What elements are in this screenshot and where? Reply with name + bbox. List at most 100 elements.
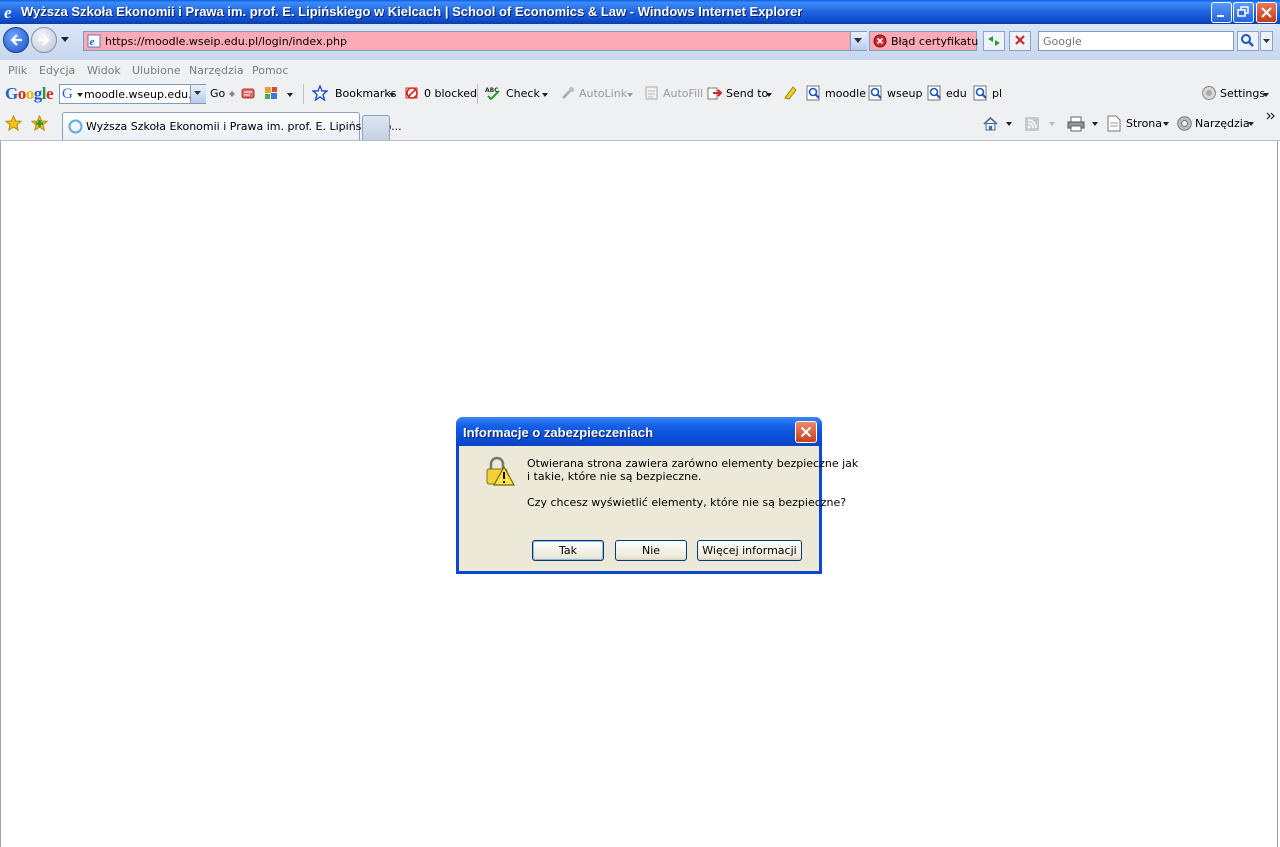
favorites-star-icon[interactable]	[5, 115, 22, 132]
chevron-down-icon[interactable]	[286, 92, 294, 98]
page-icon: e	[87, 34, 101, 48]
yes-button[interactable]: Tak	[532, 540, 604, 561]
address-bar[interactable]: e https://moodle.wseip.edu.pl/login/inde…	[83, 31, 867, 51]
add-favorite-icon[interactable]	[31, 115, 48, 132]
news-icon[interactable]	[240, 85, 256, 101]
search-input[interactable]	[1039, 32, 1232, 50]
menu-edit[interactable]: Edycja	[39, 64, 75, 77]
back-arrow-icon	[10, 34, 22, 46]
home-icon[interactable]	[982, 115, 999, 132]
search-button[interactable]	[1237, 31, 1259, 51]
google-search-value[interactable]: moodle.wseup.edu.pl	[84, 88, 202, 101]
chevron-down-icon[interactable]	[765, 92, 773, 98]
chevron-down-icon[interactable]	[1091, 121, 1099, 127]
star-icon[interactable]	[312, 85, 328, 101]
google-logo[interactable]: Google	[5, 84, 54, 104]
stop-button[interactable]	[1009, 31, 1031, 51]
search-button-edu[interactable]: edu	[946, 87, 967, 100]
rss-feed-icon[interactable]	[1024, 116, 1040, 132]
tab-active[interactable]: Wyższa Szkoła Ekonomii i Prawa im. prof.…	[62, 112, 402, 140]
popup-blocked-count[interactable]: 0 blocked	[424, 87, 477, 100]
google-go-button[interactable]: Go	[210, 87, 225, 100]
lock-warning-icon	[486, 456, 515, 486]
window-title-bar[interactable]: e Wyższa Szkoła Ekonomii i Prawa im. pro…	[0, 0, 1280, 24]
menu-tools[interactable]: Narzędzia	[189, 64, 244, 77]
settings-button[interactable]: Settings	[1220, 87, 1265, 100]
popup-blocker-icon[interactable]	[404, 85, 420, 101]
page-menu-icon[interactable]	[1106, 115, 1122, 132]
stop-icon	[1015, 35, 1025, 45]
dialog-message-line1: Otwierana strona zawiera zarówno element…	[527, 457, 859, 470]
send-to-button[interactable]: Send to	[726, 87, 768, 100]
dialog-message-line2: i takie, które nie są bezpieczne.	[527, 470, 702, 483]
restore-icon	[1237, 6, 1249, 17]
address-dropdown-button[interactable]	[850, 32, 867, 50]
send-to-icon[interactable]	[707, 85, 723, 101]
menu-file[interactable]: Plik	[8, 64, 27, 77]
chevron-down-icon[interactable]	[541, 92, 549, 98]
no-button[interactable]: Nie	[615, 540, 687, 561]
dialog-title: Informacje o zabezpieczeniach	[463, 425, 654, 440]
back-button[interactable]	[3, 27, 29, 53]
search-page-icon[interactable]	[927, 85, 943, 101]
chevron-down-icon[interactable]	[1262, 92, 1270, 98]
search-options-dropdown[interactable]	[1260, 31, 1273, 51]
chevron-down-icon[interactable]	[76, 92, 84, 98]
search-page-icon[interactable]	[806, 85, 822, 101]
chevron-down-icon[interactable]	[388, 92, 396, 98]
chevron-down-icon[interactable]	[1162, 121, 1170, 127]
settings-icon[interactable]	[1201, 85, 1217, 101]
search-button-wseup[interactable]: wseup	[887, 87, 922, 100]
tools-menu-button[interactable]: Narzędzia	[1195, 117, 1250, 130]
more-information-button[interactable]: Więcej informacji	[697, 540, 802, 561]
menu-view[interactable]: Widok	[87, 64, 121, 77]
chevron-down-icon[interactable]	[1048, 121, 1056, 127]
chevron-down-icon[interactable]	[626, 92, 634, 98]
gear-icon[interactable]	[1176, 115, 1193, 132]
new-tab-button[interactable]	[362, 115, 390, 140]
search-box[interactable]	[1038, 31, 1234, 51]
check-button[interactable]: Check	[506, 87, 540, 100]
forward-button[interactable]	[31, 27, 57, 53]
menu-help[interactable]: Pomoc	[252, 64, 288, 77]
dialog-close-button[interactable]	[795, 421, 817, 443]
google-search-dropdown[interactable]	[190, 85, 206, 103]
chevron-down-icon[interactable]	[1247, 121, 1255, 127]
dialog-title-bar[interactable]: Informacje o zabezpieczeniach	[456, 417, 822, 446]
restore-button[interactable]	[1233, 2, 1254, 23]
google-search-box[interactable]: G moodle.wseup.edu.pl	[59, 84, 206, 104]
drag-handle-icon[interactable]	[228, 89, 236, 99]
loading-page-icon	[68, 119, 83, 134]
print-icon[interactable]	[1067, 115, 1085, 132]
autofill-button[interactable]: AutoFill	[663, 87, 703, 100]
recent-pages-dropdown-icon[interactable]	[60, 36, 70, 44]
autolink-icon[interactable]	[560, 85, 576, 101]
certificate-error-button[interactable]: Błąd certyfikatu	[869, 31, 978, 51]
tab-label: Wyższa Szkoła Ekonomii i Prawa im. prof.…	[86, 120, 402, 133]
svg-text:e: e	[90, 36, 95, 48]
autolink-button[interactable]: AutoLink	[579, 87, 627, 100]
toolbar-separator	[477, 84, 478, 104]
page-menu-button[interactable]: Strona	[1126, 117, 1162, 130]
google-g-icon: G	[62, 86, 73, 102]
search-page-icon[interactable]	[868, 85, 884, 101]
gadgets-icon[interactable]	[263, 85, 279, 101]
tab-bar: Wyższa Szkoła Ekonomii i Prawa im. prof.…	[0, 107, 1280, 141]
close-button[interactable]	[1256, 2, 1277, 23]
menu-favorites[interactable]: Ulubione	[132, 64, 181, 77]
url-text[interactable]: https://moodle.wseip.edu.pl/login/index.…	[105, 35, 347, 48]
refresh-button[interactable]	[983, 31, 1005, 51]
spellcheck-icon[interactable]: ABC	[485, 85, 501, 101]
toolbar-separator	[303, 84, 304, 104]
menu-bar: Plik Edycja Widok Ulubione Narzędzia Pom…	[0, 60, 1280, 82]
highlighter-icon[interactable]	[782, 85, 798, 101]
search-button-moodle[interactable]: moodle	[825, 87, 866, 100]
minimize-button[interactable]	[1211, 2, 1232, 23]
chevron-double-right-icon[interactable]	[1266, 112, 1276, 120]
search-button-pl[interactable]: pl	[992, 87, 1002, 100]
address-toolbar: e https://moodle.wseip.edu.pl/login/inde…	[0, 24, 1280, 60]
autofill-icon[interactable]	[644, 85, 660, 101]
window-title: Wyższa Szkoła Ekonomii i Prawa im. prof.…	[21, 4, 803, 19]
search-page-icon[interactable]	[973, 85, 989, 101]
chevron-down-icon[interactable]	[1005, 121, 1013, 127]
